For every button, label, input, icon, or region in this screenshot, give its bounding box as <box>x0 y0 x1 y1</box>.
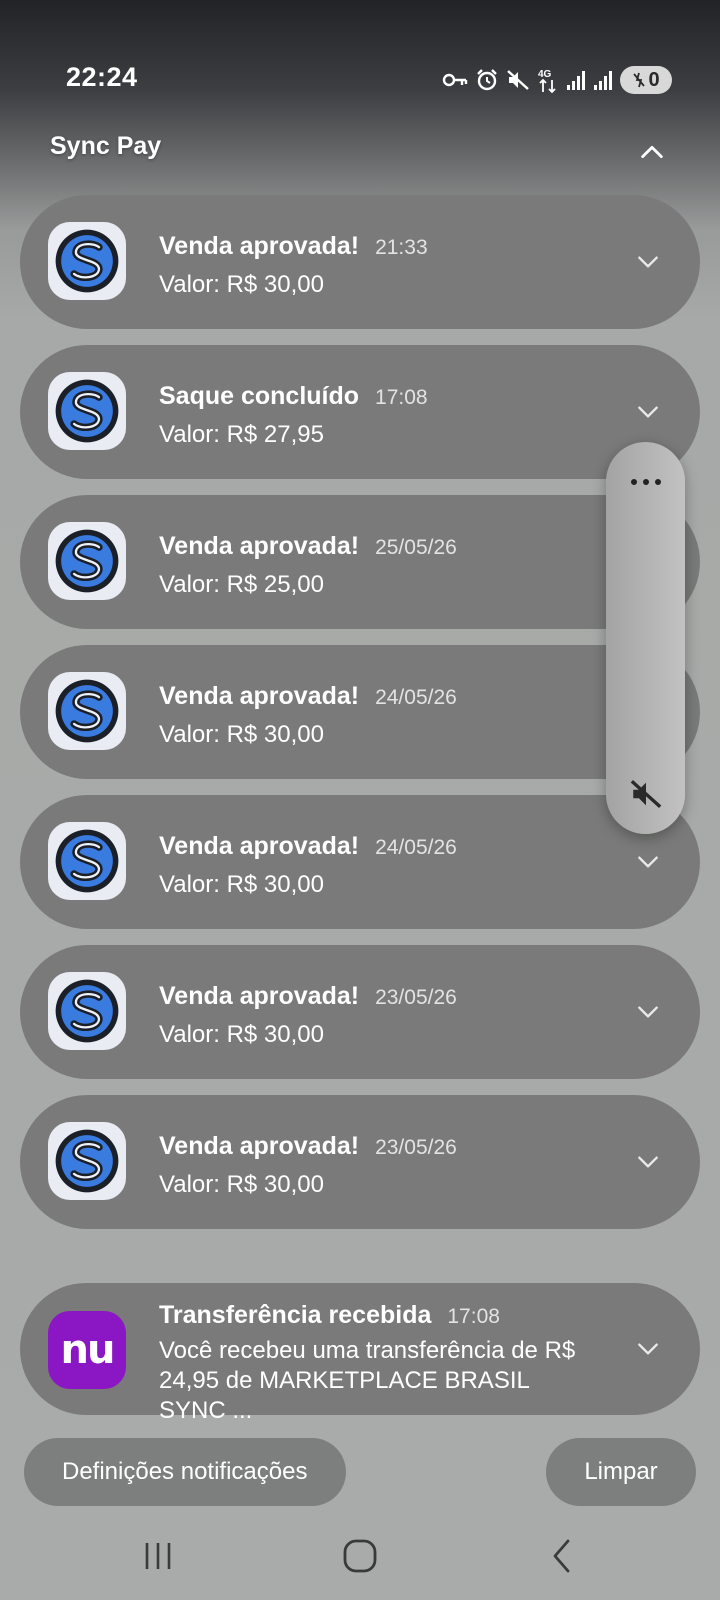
expand-button[interactable] <box>630 394 666 430</box>
status-bar: 22:24 4G 0 <box>0 0 720 120</box>
nubank-logo-text: nu <box>60 1327 116 1373</box>
more-options-button[interactable] <box>606 462 685 502</box>
chevron-down-icon <box>635 1336 661 1362</box>
notification-card[interactable]: Venda aprovada! 23/05/26 Valor: R$ 30,00 <box>20 945 700 1079</box>
chevron-up-icon <box>641 145 663 159</box>
clear-button[interactable]: Limpar <box>546 1438 696 1506</box>
signal-icon <box>593 69 613 91</box>
notification-card[interactable]: Venda aprovada! 24/05/26 Valor: R$ 30,00 <box>20 645 700 779</box>
notification-time: 21:33 <box>375 236 428 259</box>
more-horizontal-icon <box>630 479 661 485</box>
svg-text:4G: 4G <box>538 69 552 80</box>
notification-card[interactable]: Venda aprovada! 23/05/26 Valor: R$ 30,00 <box>20 1095 700 1229</box>
notification-time: 23/05/26 <box>375 1136 457 1159</box>
notification-title: Venda aprovada! <box>159 832 360 860</box>
notification-title: Venda aprovada! <box>159 682 360 710</box>
network-4g-icon: 4G <box>537 67 559 93</box>
sync-pay-app-icon <box>48 222 126 300</box>
alarm-icon <box>475 68 499 92</box>
notification-text: Valor: R$ 30,00 <box>159 871 324 898</box>
nubank-app-icon: nu <box>48 1311 126 1389</box>
battery-level: 0 <box>648 68 660 91</box>
notification-settings-button[interactable]: Definições notificações <box>24 1438 346 1506</box>
notification-text: Valor: R$ 30,00 <box>159 271 324 298</box>
group-title: Sync Pay <box>50 132 162 160</box>
notification-text: Você recebeu uma transferência de R$ 24,… <box>159 1337 576 1424</box>
nubank-notification-card[interactable]: nu Transferência recebida 17:08 Você rec… <box>20 1283 700 1424</box>
battery-indicator: 0 <box>620 66 672 94</box>
sync-pay-app-icon <box>48 822 126 900</box>
sync-pay-app-icon <box>48 1122 126 1200</box>
chevron-down-icon <box>635 999 661 1025</box>
back-button[interactable] <box>532 1528 592 1584</box>
notification-card[interactable]: Venda aprovada! 21:33 Valor: R$ 30,00 <box>20 195 700 329</box>
notification-text: Valor: R$ 25,00 <box>159 571 324 598</box>
expand-button[interactable] <box>630 1144 666 1180</box>
navigation-bar <box>0 1520 720 1600</box>
notification-time: 25/05/26 <box>375 536 457 559</box>
notification-time: 17:08 <box>375 386 428 409</box>
chevron-down-icon <box>635 849 661 875</box>
notification-text: Valor: R$ 30,00 <box>159 1021 324 1048</box>
status-icons: 4G 0 <box>442 66 672 94</box>
notification-title: Venda aprovada! <box>159 1132 360 1160</box>
recent-apps-icon <box>145 1543 171 1569</box>
expand-button[interactable] <box>630 244 666 280</box>
clear-button-label: Limpar <box>584 1458 658 1485</box>
floating-side-panel <box>606 442 685 834</box>
mute-icon <box>506 68 530 92</box>
notification-title: Venda aprovada! <box>159 982 360 1010</box>
home-button[interactable] <box>330 1528 390 1584</box>
notification-title: Transferência recebida <box>159 1301 432 1329</box>
expand-button[interactable] <box>630 994 666 1030</box>
notification-time: 24/05/26 <box>375 686 457 709</box>
status-clock: 22:24 <box>66 62 138 92</box>
notification-text: Valor: R$ 27,95 <box>159 421 324 448</box>
chevron-down-icon <box>635 1149 661 1175</box>
chevron-down-icon <box>635 249 661 275</box>
notification-time: 17:08 <box>447 1305 500 1328</box>
notification-card[interactable]: Venda aprovada! 24/05/26 Valor: R$ 30,00 <box>20 795 700 929</box>
notification-card[interactable]: Saque concluído 17:08 Valor: R$ 27,95 <box>20 345 700 479</box>
vpn-key-icon <box>442 71 468 89</box>
notification-group-header: Sync Pay <box>50 132 670 172</box>
chevron-down-icon <box>635 399 661 425</box>
sync-pay-app-icon <box>48 972 126 1050</box>
signal-icon <box>566 69 586 91</box>
mute-icon <box>630 779 661 809</box>
notification-time: 24/05/26 <box>375 836 457 859</box>
battery-icon <box>633 72 646 88</box>
notification-card[interactable]: Venda aprovada! 25/05/26 Valor: R$ 25,00 <box>20 495 700 629</box>
sync-pay-app-icon <box>48 522 126 600</box>
sync-pay-app-icon <box>48 372 126 450</box>
expand-button[interactable] <box>630 1331 666 1367</box>
notification-title: Venda aprovada! <box>159 532 360 560</box>
settings-button-label: Definições notificações <box>62 1458 308 1485</box>
recent-apps-button[interactable] <box>128 1528 188 1584</box>
notification-text: Valor: R$ 30,00 <box>159 1171 324 1198</box>
sync-pay-app-icon <box>48 672 126 750</box>
home-icon <box>343 1539 377 1573</box>
back-icon <box>553 1539 570 1573</box>
expand-button[interactable] <box>630 844 666 880</box>
notification-title: Venda aprovada! <box>159 232 360 260</box>
notification-text: Valor: R$ 30,00 <box>159 721 324 748</box>
notification-title: Saque concluído <box>159 382 360 410</box>
collapse-button[interactable] <box>634 134 670 170</box>
notification-time: 23/05/26 <box>375 986 457 1009</box>
mute-toggle-button[interactable] <box>606 772 685 816</box>
